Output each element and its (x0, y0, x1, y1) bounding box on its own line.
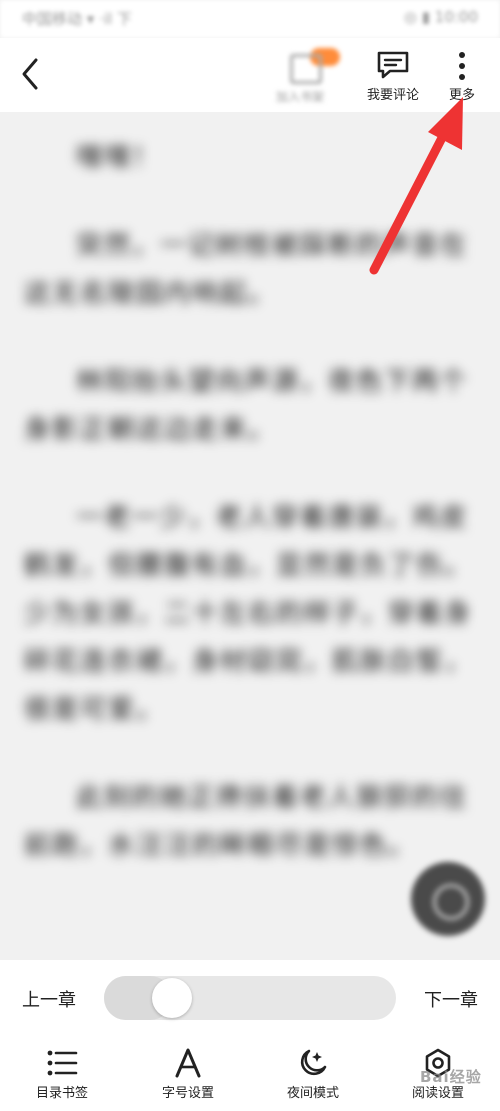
shelf-label: 加入书架 (276, 90, 325, 104)
font-size-icon (175, 1048, 201, 1078)
nav-item-catalog[interactable]: 目录书签 (12, 1048, 112, 1108)
next-chapter-button[interactable]: 下一章 (424, 986, 478, 1012)
status-bar: 中国移动 ▾ ·il 下 ◎ ▮ 10:00 (0, 0, 500, 38)
chapter-bar: 上一章 下一章 (0, 960, 500, 1036)
comment-label: 我要评论 (366, 88, 419, 103)
more-button[interactable]: 更多 (440, 50, 484, 110)
nav-label: 夜间模式 (286, 1086, 339, 1101)
slider-thumb[interactable] (152, 978, 193, 1018)
nav-item-night-mode[interactable]: 夜间模式 (263, 1048, 363, 1108)
more-vertical-icon (459, 52, 465, 80)
add-to-shelf-button[interactable]: 加入书架 (274, 44, 340, 108)
comment-icon (377, 51, 409, 79)
bookshelf-icon (290, 54, 322, 84)
status-carrier: 中国移动 ▾ ·il 下 (22, 10, 132, 28)
reader-paragraph: 此刻的她正搀扶着老人狼狈的往前跑，水汪汪的眸眼尽是惊色。 (24, 783, 469, 861)
reader-paragraph: 突然，一记树枝被踩断的声音在这无名陵园内响起。 (24, 231, 469, 309)
reader-paragraph: 一老一少，老人穿着唐装，鸡皮鹤发，但腰腹有血，显然是负了伤。少为女孩，二十左右的… (24, 503, 473, 725)
nav-item-font-size[interactable]: 字号设置 (138, 1048, 238, 1108)
headphones-icon (433, 884, 469, 920)
baidu-watermark: Bai经验 (420, 1068, 482, 1086)
night-mode-icon (300, 1049, 327, 1076)
comment-button[interactable]: 我要评论 (360, 50, 426, 110)
reader-paragraph: 林阳抬头望向声源，夜色下两个身影正朝这边走来。 (24, 367, 469, 445)
reader-content[interactable]: 嘿嘿！ 突然，一记树枝被踩断的声音在这无名陵园内响起。 林阳抬头望向声源，夜色下… (0, 112, 500, 960)
nav-label: 目录书签 (35, 1086, 88, 1101)
back-arrow-icon (22, 58, 38, 90)
nav-label: 字号设置 (161, 1086, 214, 1101)
chapter-progress-slider[interactable] (104, 976, 396, 1020)
reader-paragraph: 嘿嘿！ (76, 143, 161, 173)
top-bar: 加入书架 我要评论 更多 (0, 38, 500, 112)
listen-audio-button[interactable] (411, 862, 485, 936)
reader-text: 嘿嘿！ 突然，一记树枝被踩断的声音在这无名陵园内响起。 林阳抬头望向声源，夜色下… (24, 134, 474, 910)
status-indicators: ◎ ▮ 10:00 (403, 8, 478, 26)
back-button[interactable] (14, 54, 46, 94)
list-icon (47, 1050, 78, 1076)
prev-chapter-button[interactable]: 上一章 (22, 986, 76, 1012)
more-label: 更多 (448, 88, 475, 103)
